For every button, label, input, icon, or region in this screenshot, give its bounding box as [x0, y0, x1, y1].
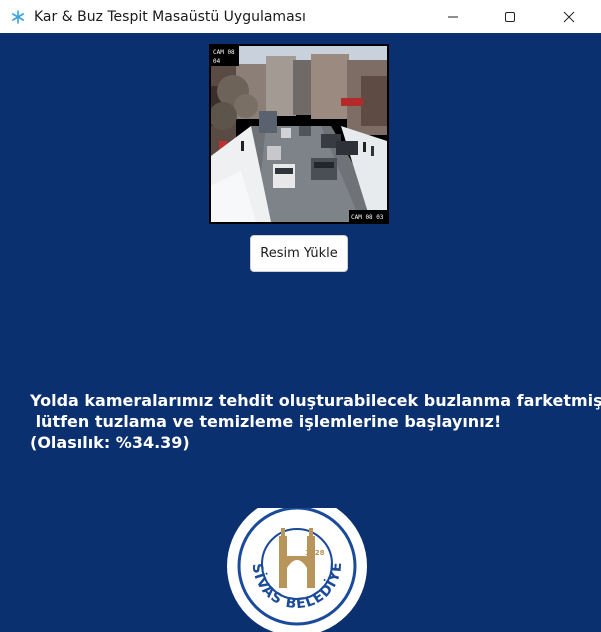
- minimize-icon: [448, 16, 458, 17]
- camera-overlay-bottom: CAM 08 03: [351, 214, 384, 221]
- camera-image: CAM 08 04 CAM 08 03: [209, 44, 389, 224]
- title-bar[interactable]: Kar & Buz Tespit Masaüstü Uygulaması: [0, 0, 601, 33]
- sivas-belediyesi-logo: 1828 SİVAS BELEDİYESİ: [219, 495, 370, 632]
- app-window: Kar & Buz Tespit Masaüstü Uygulaması CAM…: [0, 0, 601, 632]
- maximize-icon: [505, 11, 515, 22]
- result-probability: (Olasılık: %34.39): [30, 433, 190, 452]
- close-icon: [563, 11, 575, 22]
- snowflake-icon: [10, 9, 26, 25]
- camera-overlay-top-1: CAM 08: [213, 49, 235, 56]
- result-line-1: Yolda kameralarımız tehdit oluşturabilec…: [30, 391, 601, 410]
- close-button[interactable]: [546, 0, 592, 33]
- minimize-button[interactable]: [430, 0, 476, 33]
- window-title: Kar & Buz Tespit Masaüstü Uygulaması: [34, 8, 306, 25]
- maximize-button[interactable]: [487, 0, 533, 33]
- logo-year: 1828: [305, 549, 325, 557]
- upload-image-button[interactable]: Resim Yükle: [250, 235, 348, 272]
- result-line-2: lütfen tuzlama ve temizleme işlemlerine …: [30, 412, 502, 431]
- camera-overlay-top-2: 04: [213, 58, 221, 65]
- result-message: Yolda kameralarımız tehdit oluşturabilec…: [30, 390, 601, 453]
